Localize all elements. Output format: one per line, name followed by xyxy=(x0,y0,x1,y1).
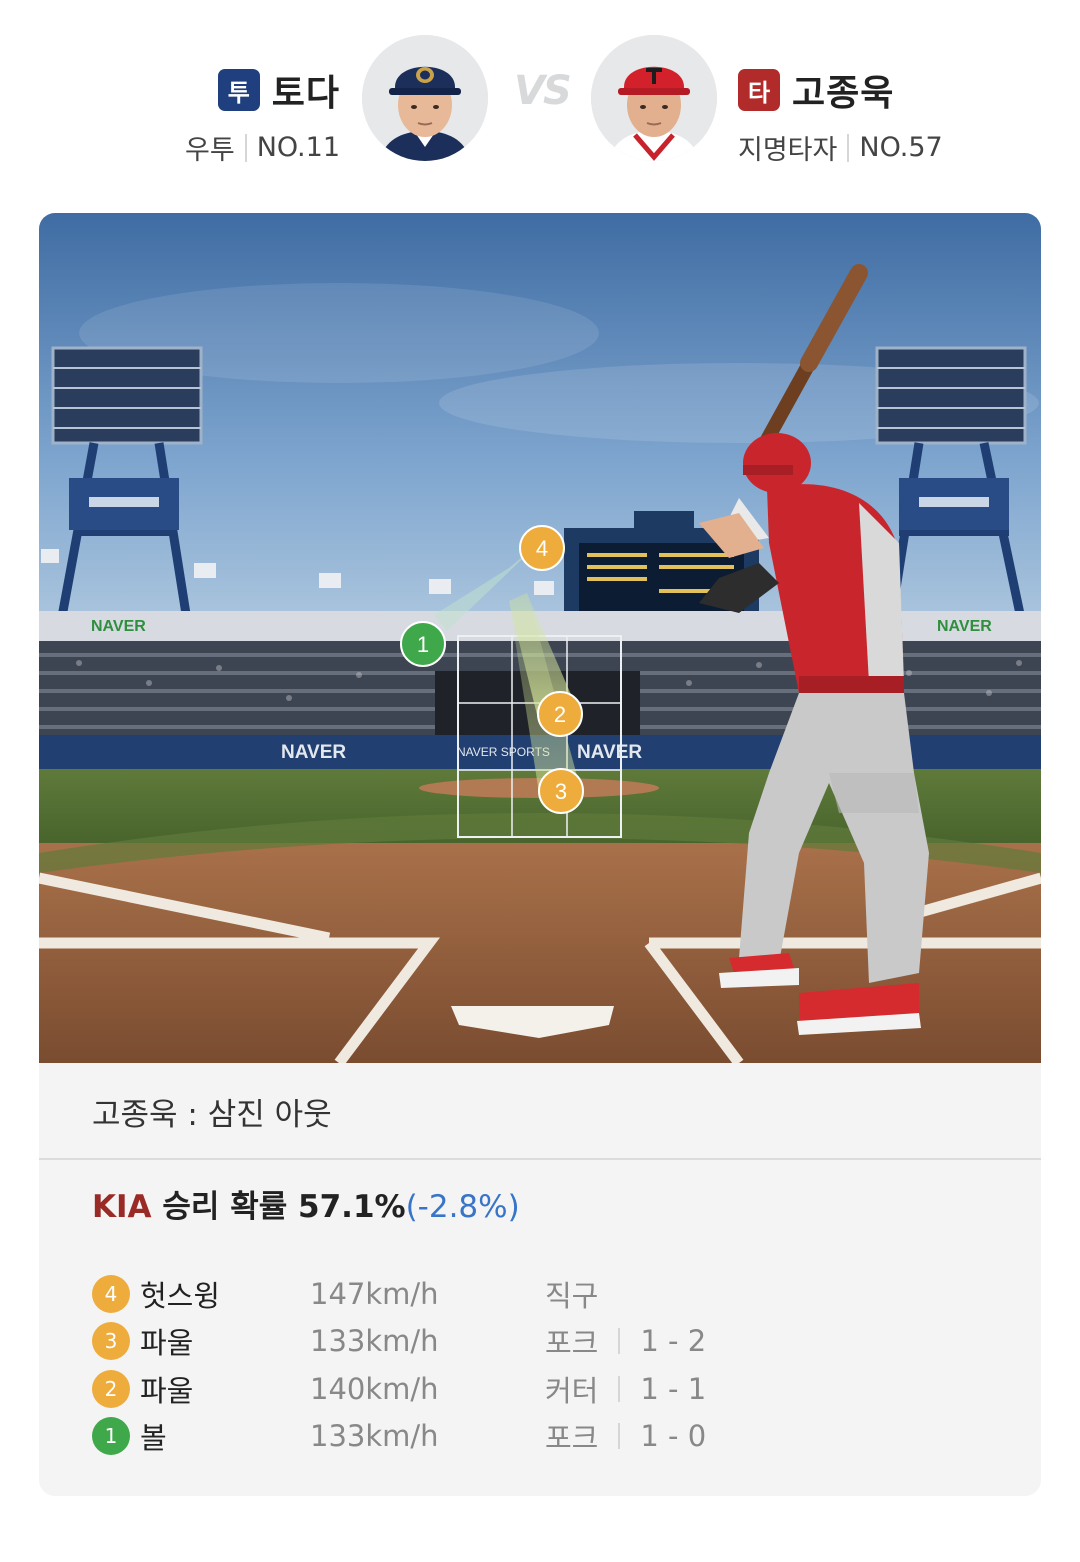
batter-badge: 타 xyxy=(738,69,780,111)
pitch-speed: 140km/h xyxy=(310,1371,439,1406)
pitch-type: 포크 xyxy=(545,1326,599,1361)
pitch-marker-3[interactable]: 3 xyxy=(538,768,584,814)
pitch-number-badge: 2 xyxy=(92,1369,130,1408)
pitch-count: 1 - 2 xyxy=(640,1324,707,1359)
pitcher-number: NO.11 xyxy=(256,132,340,163)
pitch-speed: 133km/h xyxy=(310,1324,439,1359)
pitch-result: 헛스윙 xyxy=(140,1278,221,1313)
pitch-result: 파울 xyxy=(140,1373,194,1408)
win-probability: KIA 승리 확률 57.1%(-2.8%) xyxy=(92,1181,520,1226)
pitch-marker-1[interactable]: 1 xyxy=(400,621,446,667)
team-name: KIA xyxy=(92,1189,152,1225)
svg-text:NAVER: NAVER xyxy=(937,618,992,635)
svg-text:4: 4 xyxy=(536,536,548,561)
pitch-result-card: NAVER NAVER NAVER NAVER NAVER SPORTS 1 2… xyxy=(39,213,1041,1496)
svg-text:NAVER: NAVER xyxy=(577,742,642,763)
pitch-type: 포크 xyxy=(545,1421,599,1456)
pitch-number-badge: 3 xyxy=(92,1322,130,1361)
pitch-marker-2[interactable]: 2 xyxy=(537,691,583,737)
meta-divider xyxy=(244,133,247,162)
divider xyxy=(39,1158,1041,1160)
pitch-result: 파울 xyxy=(140,1326,194,1361)
pitch-speed: 147km/h xyxy=(310,1276,439,1311)
pitcher-hand: 우투 xyxy=(185,135,235,166)
pitch-row: 1 볼 133km/h 포크 1 - 0 xyxy=(92,1413,992,1461)
meta-divider xyxy=(847,133,850,162)
svg-text:NAVER: NAVER xyxy=(281,742,346,763)
pitcher-badge: 투 xyxy=(217,69,260,111)
pitch-speed: 133km/h xyxy=(310,1419,439,1454)
count-divider xyxy=(618,1328,621,1355)
batter-position: 지명타자 xyxy=(738,135,838,166)
batter-number: NO.57 xyxy=(859,132,943,163)
pitch-number-badge: 4 xyxy=(92,1274,130,1313)
count-divider xyxy=(618,1375,621,1402)
pitch-count: 1 - 1 xyxy=(640,1371,707,1406)
at-bat-result: 고종욱 : 삼진 아웃 xyxy=(92,1097,332,1133)
pitch-row: 2 파울 140km/h 커터 1 - 1 xyxy=(92,1365,992,1413)
pitch-type: 직구 xyxy=(545,1278,599,1313)
win-probability-label: 승리 확률 57.1% xyxy=(162,1189,406,1225)
pitch-marker-4[interactable]: 4 xyxy=(519,525,565,571)
batter-info: 타 고종욱 지명타자 NO.57 xyxy=(738,62,943,172)
pitcher-info: 투 토다 우투 NO.11 xyxy=(185,62,340,172)
win-probability-delta: (-2.8%) xyxy=(405,1189,520,1225)
batter-name[interactable]: 고종욱 xyxy=(792,64,894,116)
svg-text:3: 3 xyxy=(555,779,567,804)
vs-label: VS xyxy=(514,68,572,114)
pitcher-name[interactable]: 토다 xyxy=(272,64,340,116)
pitch-row: 3 파울 133km/h 포크 1 - 2 xyxy=(92,1318,992,1366)
svg-text:1: 1 xyxy=(417,632,429,657)
pitch-location-field: NAVER NAVER NAVER NAVER NAVER SPORTS 1 2… xyxy=(39,213,1041,1063)
pitch-type: 커터 xyxy=(545,1373,599,1408)
count-divider xyxy=(618,1423,621,1450)
pitch-row: 4 헛스윙 147km/h 직구 xyxy=(92,1270,992,1318)
svg-text:NAVER: NAVER xyxy=(91,618,146,635)
pitcher-avatar[interactable] xyxy=(362,35,488,161)
pitch-number-badge: 1 xyxy=(92,1417,130,1456)
pitch-result: 볼 xyxy=(140,1421,167,1456)
pitch-list: 4 헛스윙 147km/h 직구 3 파울 133km/h 포크 1 - 2 2… xyxy=(92,1270,992,1460)
matchup-header: 투 토다 우투 NO.11 VS 타 고종욱 지명타자 NO.57 xyxy=(0,0,1080,200)
batter-avatar[interactable] xyxy=(591,35,717,161)
pitch-count: 1 - 0 xyxy=(640,1419,707,1454)
svg-text:2: 2 xyxy=(554,702,566,727)
